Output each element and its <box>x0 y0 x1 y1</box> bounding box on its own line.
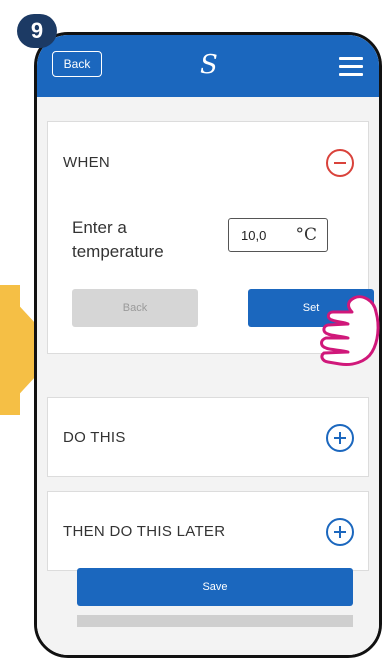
temperature-value: 10,0 <box>241 228 267 243</box>
when-card: WHEN <box>47 121 369 205</box>
save-button[interactable]: Save <box>77 568 353 606</box>
then-do-this-later-title: THEN DO THIS LATER <box>63 523 226 540</box>
when-title: WHEN <box>63 154 111 171</box>
hamburger-menu-icon[interactable] <box>339 57 363 81</box>
plus-circle-icon[interactable] <box>326 518 354 546</box>
brand-logo: S <box>200 50 218 80</box>
pointing-hand-icon <box>320 295 380 366</box>
temperature-unit: °C <box>295 225 317 245</box>
then-do-this-later-card[interactable]: THEN DO THIS LATER <box>47 491 369 571</box>
do-this-title: DO THIS <box>63 429 126 446</box>
temperature-input[interactable]: 10,0 °C <box>228 218 328 252</box>
header-back-button[interactable]: Back <box>52 51 102 77</box>
temperature-prompt: Enter a temperature <box>72 218 164 261</box>
plus-circle-icon[interactable] <box>326 424 354 452</box>
step-number-badge: 9 <box>17 14 57 48</box>
do-this-card[interactable]: DO THIS <box>47 397 369 477</box>
when-back-button[interactable]: Back <box>72 289 198 327</box>
minus-circle-icon[interactable] <box>326 149 354 177</box>
bottom-strip <box>77 615 353 627</box>
app-header: Back S <box>37 35 379 97</box>
